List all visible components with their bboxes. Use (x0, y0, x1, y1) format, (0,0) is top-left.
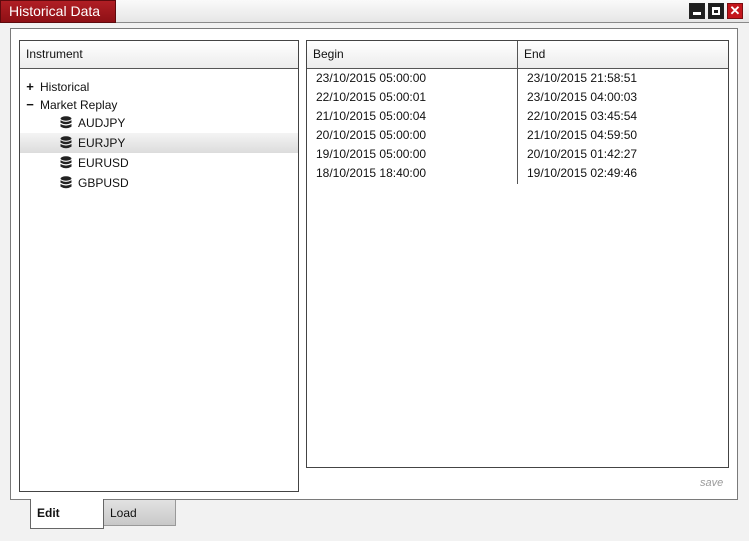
dates-table-body: 23/10/2015 05:00:00 23/10/2015 21:58:51 22… (307, 69, 728, 184)
cell-end: 23/10/2015 04:00:03 (527, 90, 638, 104)
database-icon (60, 116, 72, 129)
dates-panel: Begin End 23/10/2015 05:00:00 23/10/2015 … (306, 40, 729, 468)
window-title: Historical Data (0, 0, 116, 23)
cell-end: 20/10/2015 01:42:27 (527, 147, 638, 161)
instrument-item[interactable]: GBPUSD (20, 173, 298, 193)
save-link[interactable]: save (700, 477, 723, 489)
instrument-item[interactable]: EURJPY (20, 133, 298, 153)
column-header-begin[interactable]: Begin (307, 41, 518, 68)
database-icon (60, 136, 72, 149)
cell-begin: 19/10/2015 05:00:00 (316, 147, 427, 161)
minimize-icon[interactable] (689, 3, 705, 19)
close-icon[interactable]: ✕ (727, 3, 743, 19)
expand-icon[interactable]: + (26, 77, 34, 97)
instrument-label: EURJPY (78, 136, 126, 150)
column-header-end[interactable]: End (518, 41, 728, 68)
instrument-label: AUDJPY (78, 116, 126, 130)
instrument-label: EURUSD (78, 156, 129, 170)
column-divider (517, 69, 518, 184)
instrument-header: Instrument (20, 41, 298, 69)
cell-begin: 22/10/2015 05:00:01 (316, 90, 427, 104)
database-icon (60, 176, 72, 189)
cell-end: 19/10/2015 02:49:46 (527, 166, 638, 180)
instrument-panel: Instrument + Historical − Market Replay … (19, 40, 299, 492)
tab-load[interactable]: Load (104, 500, 176, 526)
tree-group-label: Market Replay (40, 98, 118, 112)
cell-end: 21/10/2015 04:59:50 (527, 128, 638, 142)
cell-begin: 20/10/2015 05:00:00 (316, 128, 427, 142)
cell-end: 23/10/2015 21:58:51 (527, 71, 638, 85)
instrument-item[interactable]: AUDJPY (20, 113, 298, 133)
collapse-icon[interactable]: − (26, 95, 34, 115)
maximize-icon[interactable] (708, 3, 724, 19)
cell-begin: 23/10/2015 05:00:00 (316, 71, 427, 85)
dates-table-header: Begin End (307, 41, 728, 69)
cell-begin: 18/10/2015 18:40:00 (316, 166, 427, 180)
title-bar: Historical Data ✕ (0, 0, 749, 23)
cell-end: 22/10/2015 03:45:54 (527, 109, 638, 123)
database-icon (60, 156, 72, 169)
tab-edit[interactable]: Edit (30, 499, 104, 529)
cell-begin: 21/10/2015 05:00:04 (316, 109, 427, 123)
instrument-item[interactable]: EURUSD (20, 153, 298, 173)
tree-group-label: Historical (40, 80, 90, 94)
instrument-label: GBPUSD (78, 176, 129, 190)
